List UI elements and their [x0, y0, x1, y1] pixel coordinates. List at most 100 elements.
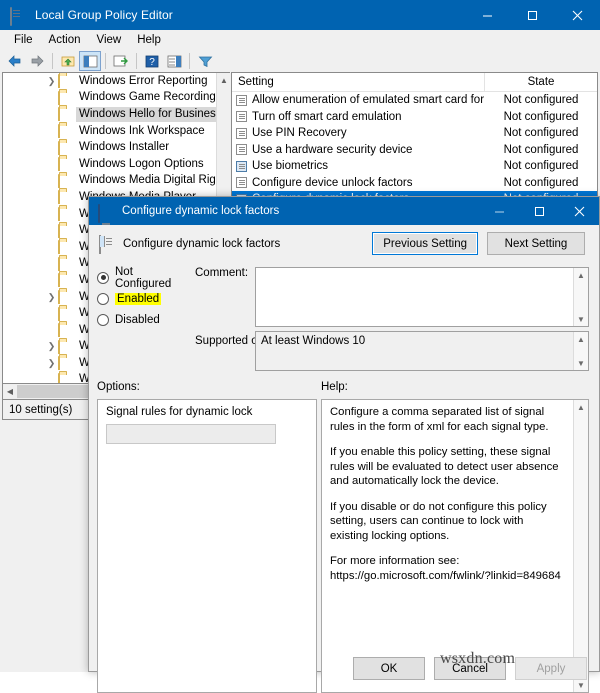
- folder-icon: [58, 356, 72, 371]
- previous-setting-button[interactable]: Previous Setting: [372, 232, 478, 255]
- folder-icon: [58, 124, 72, 139]
- setting-state-cell: Not configured: [503, 127, 579, 140]
- tree-node[interactable]: Windows Installer: [3, 139, 217, 156]
- radio-not-configured[interactable]: Not Configured: [97, 266, 192, 290]
- help-label: Help:: [321, 381, 348, 393]
- options-label: Options:: [97, 381, 140, 393]
- tree-node-label: Windows Error Reporting: [79, 74, 208, 87]
- setting-state-cell: Not configured: [503, 160, 579, 173]
- filter-icon[interactable]: [194, 51, 216, 71]
- close-button[interactable]: [555, 0, 600, 30]
- policy-icon: [236, 177, 247, 189]
- radio-button-icon: [97, 271, 109, 284]
- comment-scrollbar[interactable]: ▲ ▼: [573, 268, 588, 326]
- help-paragraph: If you disable or do not configure this …: [330, 500, 547, 542]
- folder-icon: [58, 173, 72, 188]
- next-setting-button[interactable]: Next Setting: [487, 232, 585, 255]
- dialog-titlebar: Configure dynamic lock factors: [89, 197, 599, 225]
- tree-node[interactable]: Windows Game Recording and Bro: [3, 90, 230, 107]
- radio-enabled[interactable]: Enabled: [97, 288, 192, 309]
- tree-node[interactable]: ❯ Windows Error Reporting: [3, 73, 217, 90]
- policy-biometrics-icon: [236, 160, 247, 172]
- tree-node[interactable]: Windows Ink Workspace: [3, 123, 217, 140]
- folder-icon: [58, 190, 72, 205]
- radio-button-icon: [97, 313, 109, 326]
- setting-state-cell: Not configured: [503, 94, 579, 107]
- ok-button[interactable]: OK: [353, 657, 425, 680]
- scroll-up-icon[interactable]: ▲: [574, 268, 588, 282]
- folder-icon: [58, 223, 72, 238]
- dialog-maximize-button[interactable]: [519, 197, 559, 225]
- scroll-up-icon[interactable]: ▲: [217, 73, 230, 88]
- chevron-right-icon[interactable]: ❯: [45, 341, 58, 352]
- tree-node[interactable]: Windows Hello for Business: [3, 106, 225, 123]
- watermark: wsxdn.com: [440, 650, 516, 667]
- setting-name-cell: Turn off smart card emulation: [232, 111, 485, 123]
- dialog-close-button[interactable]: [559, 197, 599, 225]
- dialog-body: Not Configured Enabled Disabled Comment:…: [89, 263, 599, 693]
- menubar: File Action View Help: [0, 30, 600, 50]
- chevron-right-icon[interactable]: ❯: [45, 358, 58, 369]
- export-list-icon[interactable]: [110, 51, 132, 71]
- mmc-console-icon: [10, 7, 26, 26]
- show-hide-tree-icon[interactable]: [79, 51, 101, 71]
- list-header: Setting State: [232, 73, 597, 92]
- column-header-setting[interactable]: Setting: [232, 73, 485, 91]
- setting-name-cell: Configure device unlock factors: [232, 177, 485, 189]
- comment-textarea[interactable]: ▲ ▼: [255, 267, 589, 327]
- scroll-down-icon[interactable]: ▼: [574, 312, 588, 326]
- menu-help[interactable]: Help: [129, 31, 169, 49]
- column-header-state[interactable]: State: [485, 73, 597, 91]
- dialog-title: Configure dynamic lock factors: [122, 205, 280, 217]
- tree-node[interactable]: Windows Media Digital Rights Ma: [3, 173, 230, 190]
- folder-icon: [58, 256, 72, 271]
- menu-view[interactable]: View: [89, 31, 130, 49]
- table-row[interactable]: Use biometrics Not configured: [232, 158, 597, 175]
- setting-name-cell: Use biometrics: [232, 160, 485, 172]
- properties-icon[interactable]: [163, 51, 185, 71]
- dialog-minimize-button[interactable]: [479, 197, 519, 225]
- help-icon[interactable]: ?: [141, 51, 163, 71]
- help-paragraph: Configure a comma separated list of sign…: [330, 406, 549, 433]
- menu-file[interactable]: File: [6, 31, 41, 49]
- forward-arrow-icon[interactable]: [26, 51, 48, 71]
- tree-node[interactable]: Windows Logon Options: [3, 156, 217, 173]
- table-row[interactable]: Configure device unlock factors Not confi…: [232, 175, 597, 192]
- scroll-left-icon[interactable]: ◀: [3, 385, 17, 399]
- table-row[interactable]: Use a hardware security device Not config…: [232, 142, 597, 159]
- toolbar: ?: [0, 50, 600, 72]
- setting-state-cell: Not configured: [503, 143, 579, 156]
- scroll-up-icon[interactable]: ▲: [574, 332, 588, 346]
- scroll-up-icon[interactable]: ▲: [574, 400, 588, 414]
- setting-state-cell: Not configured: [503, 176, 579, 189]
- chevron-right-icon[interactable]: ❯: [45, 292, 58, 303]
- table-row[interactable]: Turn off smart card emulation Not configu…: [232, 109, 597, 126]
- minimize-button[interactable]: [465, 0, 510, 30]
- table-row[interactable]: Use PIN Recovery Not configured: [232, 125, 597, 142]
- maximize-button[interactable]: [510, 0, 555, 30]
- setting-name-cell: Use a hardware security device: [232, 144, 485, 156]
- menu-action[interactable]: Action: [41, 31, 89, 49]
- setting-name-label: Use PIN Recovery: [252, 127, 347, 140]
- radio-button-icon: [97, 292, 109, 305]
- policy-icon: [236, 144, 247, 156]
- dialog-footer: OK Cancel Apply: [89, 647, 599, 693]
- policy-icon: [236, 127, 247, 139]
- svg-text:?: ?: [149, 57, 155, 68]
- signal-rules-input[interactable]: [106, 424, 276, 444]
- scroll-down-icon[interactable]: ▼: [574, 356, 588, 370]
- tree-node-label: Windows Ink Workspace: [79, 124, 205, 137]
- radio-disabled[interactable]: Disabled: [97, 309, 192, 330]
- folder-icon: [58, 372, 72, 383]
- dialog-nav-buttons: Previous Setting Next Setting: [372, 232, 585, 255]
- chevron-right-icon[interactable]: ❯: [45, 76, 58, 87]
- supported-on-text: At least Windows 10: [261, 335, 366, 347]
- table-row[interactable]: Allow enumeration of emulated smart card…: [232, 92, 597, 109]
- folder-icon: [58, 140, 72, 155]
- up-folder-icon[interactable]: [57, 51, 79, 71]
- dialog-header: Configure dynamic lock factors Previous …: [89, 225, 599, 263]
- supported-on-scrollbar[interactable]: ▲ ▼: [573, 332, 588, 370]
- back-arrow-icon[interactable]: [4, 51, 26, 71]
- toolbar-separator: [105, 53, 106, 69]
- folder-icon: [58, 290, 72, 305]
